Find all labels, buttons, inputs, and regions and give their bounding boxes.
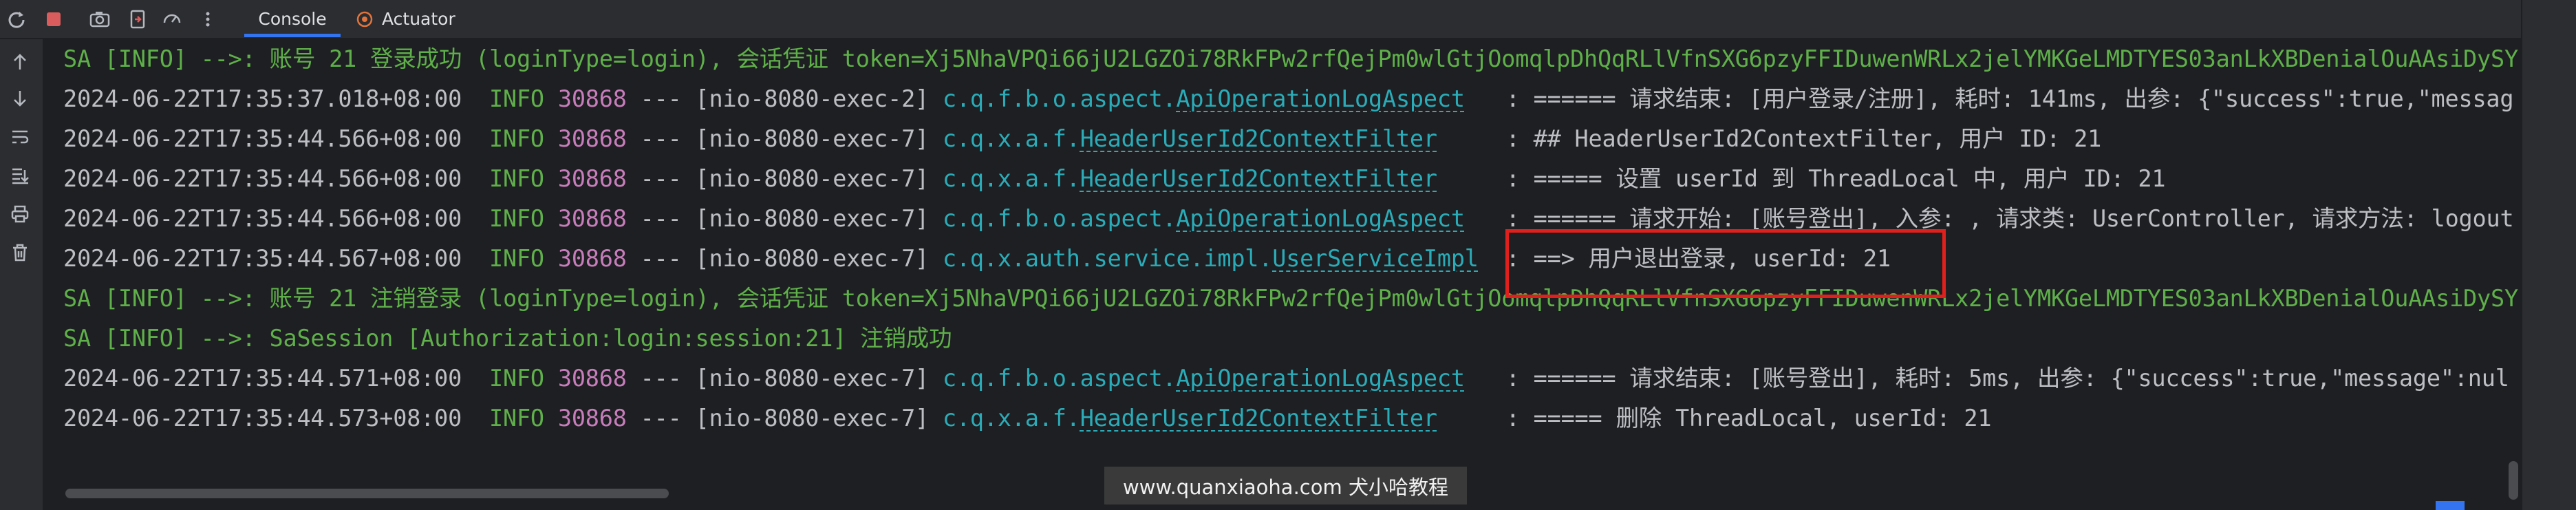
- log-segment: 30868: [557, 85, 627, 112]
- print-icon[interactable]: [6, 200, 34, 228]
- log-class-link[interactable]: ApiOperationLogAspect: [1176, 365, 1465, 392]
- active-tab-indicator: [244, 34, 341, 37]
- log-segment: 2024-06-22T17:35:44.571+08:00: [63, 365, 490, 392]
- log-segment: : ## HeaderUserId2ContextFilter, 用户 ID: …: [1437, 125, 2102, 152]
- log-segment: 2024-06-22T17:35:44.566+08:00: [63, 125, 490, 152]
- log-segment: INFO: [489, 165, 558, 192]
- log-class-link[interactable]: ApiOperationLogAspect: [1176, 85, 1465, 112]
- log-segment: --- [nio-8080-exec-7]: [626, 165, 943, 192]
- log-segment: --- [nio-8080-exec-2]: [626, 85, 943, 112]
- log-line: 2024-06-22T17:35:44.566+08:00 INFO 30868…: [63, 159, 2166, 199]
- highlight-box: [1505, 229, 1946, 298]
- log-segment: 30868: [557, 165, 627, 192]
- log-segment: --- [nio-8080-exec-7]: [626, 125, 943, 152]
- log-segment: 2024-06-22T17:35:44.573+08:00: [63, 405, 490, 432]
- log-segment: --- [nio-8080-exec-7]: [626, 365, 943, 392]
- tab-actuator-label: Actuator: [382, 9, 455, 29]
- scroll-down-icon[interactable]: [6, 85, 34, 112]
- tab-console[interactable]: Console: [244, 0, 341, 38]
- log-segment: 30868: [557, 125, 627, 152]
- log-segment: INFO: [489, 365, 558, 392]
- log-segment: c.q.x.a.f.: [943, 165, 1080, 192]
- log-line: SA [INFO] -->: 账号 21 登录成功 (loginType=log…: [63, 39, 2518, 79]
- log-class-link[interactable]: HeaderUserId2ContextFilter: [1080, 405, 1437, 432]
- log-segment: c.q.f.b.o.aspect.: [943, 365, 1177, 392]
- stop-icon[interactable]: [40, 6, 67, 33]
- more-icon[interactable]: [194, 6, 222, 33]
- log-line: 2024-06-22T17:35:44.566+08:00 INFO 30868…: [63, 119, 2101, 159]
- log-segment: : ====== 请求结束: [账号登出], 耗时: 5ms, 出参: {"su…: [1464, 365, 2509, 392]
- right-scrollbar-track: [2521, 0, 2576, 510]
- horizontal-scrollbar-thumb[interactable]: [65, 489, 669, 498]
- scroll-to-end-icon[interactable]: [6, 162, 34, 189]
- actuator-icon: [356, 11, 373, 27]
- log-segment: 2024-06-22T17:35:44.566+08:00: [63, 165, 490, 192]
- log-segment: 30868: [557, 405, 627, 432]
- log-line: SA [INFO] -->: SaSession [Authorization:…: [63, 319, 952, 359]
- export-icon[interactable]: [124, 6, 151, 33]
- console-output[interactable]: SA [INFO] -->: 账号 21 登录成功 (loginType=log…: [44, 39, 2522, 480]
- log-line: SA [INFO] -->: 账号 21 注销登录 (loginType=log…: [63, 279, 2518, 319]
- run-console-window: Console Actuator SA [INFO] -->: 账号 21 登录…: [0, 0, 2576, 510]
- rerun-icon[interactable]: [3, 6, 30, 33]
- log-class-link[interactable]: HeaderUserId2ContextFilter: [1080, 165, 1437, 192]
- log-segment: INFO: [489, 405, 558, 432]
- log-segment: SA [INFO] -->: 账号 21 注销登录 (loginType=log…: [63, 285, 2518, 312]
- log-segment: --- [nio-8080-exec-7]: [626, 245, 943, 272]
- camera-icon[interactable]: [86, 6, 114, 33]
- console-toolbar: Console Actuator: [0, 0, 2576, 39]
- log-segment: c.q.x.a.f.: [943, 405, 1080, 432]
- log-segment: 2024-06-22T17:35:44.567+08:00: [63, 245, 490, 272]
- trash-icon[interactable]: [6, 239, 34, 266]
- log-segment: INFO: [489, 245, 558, 272]
- log-line: 2024-06-22T17:35:44.566+08:00 INFO 30868…: [63, 199, 2514, 239]
- log-segment: : ===== 删除 ThreadLocal, userId: 21: [1437, 405, 1992, 432]
- log-segment: INFO: [489, 125, 558, 152]
- log-segment: 30868: [557, 205, 627, 232]
- log-segment: 30868: [557, 365, 627, 392]
- tab-console-label: Console: [258, 9, 327, 29]
- log-segment: c.q.x.a.f.: [943, 125, 1080, 152]
- log-segment: INFO: [489, 205, 558, 232]
- log-segment: c.q.f.b.o.aspect.: [943, 85, 1177, 112]
- log-segment: SA [INFO] -->: SaSession [Authorization:…: [63, 325, 952, 352]
- log-segment: 2024-06-22T17:35:37.018+08:00: [63, 85, 490, 112]
- log-segment: --- [nio-8080-exec-7]: [626, 405, 943, 432]
- log-segment: 30868: [557, 245, 627, 272]
- log-segment: SA [INFO] -->: 账号 21 登录成功 (loginType=log…: [63, 45, 2518, 72]
- soft-wrap-icon[interactable]: [6, 123, 34, 151]
- scroll-up-icon[interactable]: [6, 48, 34, 76]
- log-segment: : ===== 设置 userId 到 ThreadLocal 中, 用户 ID…: [1437, 165, 2166, 192]
- tab-actuator[interactable]: Actuator: [354, 0, 455, 38]
- log-class-link[interactable]: UserServiceImpl: [1272, 245, 1479, 272]
- log-line: 2024-06-22T17:35:44.571+08:00 INFO 30868…: [63, 359, 2509, 399]
- log-segment: c.q.x.auth.service.impl.: [943, 245, 1273, 272]
- log-line: 2024-06-22T17:35:44.573+08:00 INFO 30868…: [63, 399, 1992, 438]
- log-segment: : ====== 请求开始: [账号登出], 入参: , 请求类: UserCo…: [1464, 205, 2514, 232]
- log-segment: : ====== 请求结束: [用户登录/注册], 耗时: 141ms, 出参:…: [1464, 85, 2514, 112]
- status-marker: [2436, 501, 2465, 510]
- log-segment: c.q.f.b.o.aspect.: [943, 205, 1177, 232]
- console-side-gutter: [0, 39, 44, 510]
- log-segment: INFO: [489, 85, 558, 112]
- log-segment: 2024-06-22T17:35:44.566+08:00: [63, 205, 490, 232]
- log-class-link[interactable]: HeaderUserId2ContextFilter: [1080, 125, 1437, 152]
- log-line: 2024-06-22T17:35:37.018+08:00 INFO 30868…: [63, 79, 2514, 119]
- watermark: www.quanxiaoha.com 犬小哈教程: [1104, 467, 1467, 504]
- vertical-scrollbar-thumb[interactable]: [2509, 461, 2518, 500]
- log-segment: --- [nio-8080-exec-7]: [626, 205, 943, 232]
- log-class-link[interactable]: ApiOperationLogAspect: [1176, 205, 1465, 232]
- speed-icon[interactable]: [158, 6, 186, 33]
